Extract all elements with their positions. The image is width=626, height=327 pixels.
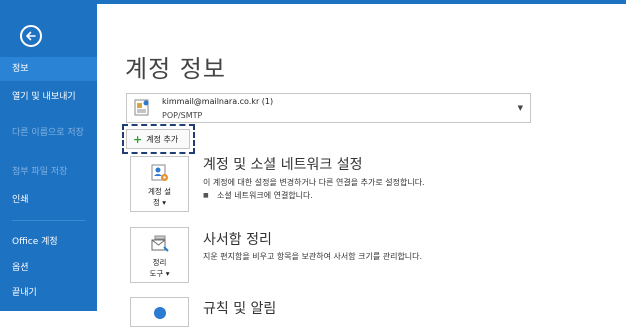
sidebar-divider <box>12 220 86 221</box>
mailbox-cleanup-icon <box>151 235 169 252</box>
section-bullet-text: 소셜 네트워크에 연결합니다. <box>217 191 313 200</box>
sidebar-item-label: 열기 및 내보내기 <box>12 92 76 102</box>
section-description: 이 계정에 대한 설정을 변경하거나 다른 연결을 추가로 설정합니다. <box>203 178 425 187</box>
sidebar-item-options[interactable]: 옵션 <box>0 263 97 274</box>
add-account-label: 계정 추가 <box>146 134 179 144</box>
tile-label: 정리 <box>152 258 167 267</box>
sidebar-item-exit[interactable]: 끝내기 <box>0 288 97 299</box>
account-icon <box>134 99 149 116</box>
sidebar-item-print[interactable]: 인쇄 <box>0 195 97 206</box>
section-title: 사서함 정리 <box>203 232 272 248</box>
rules-alerts-icon <box>154 307 166 319</box>
rules-alerts-tile[interactable] <box>130 297 189 327</box>
backstage-sidebar: 정보 열기 및 내보내기 다른 이름으로 저장 첨부 파일 저장 인쇄 Offi… <box>0 4 97 311</box>
account-type: POP/SMTP <box>162 111 203 120</box>
sidebar-item-label: 인쇄 <box>12 195 29 205</box>
tile-label: 계정 설 <box>147 187 172 196</box>
main-content: 계정 정보 kimmail@mailnara.co.kr (1) POP/SMT… <box>97 4 626 327</box>
bullet-icon: ■ <box>203 192 209 199</box>
account-email: kimmail@mailnara.co.kr (1) <box>162 97 274 106</box>
section-description: 지운 편지함을 비우고 항목을 보관하여 사서함 크기를 관리합니다. <box>203 252 423 261</box>
add-account-button[interactable]: + 계정 추가 <box>126 129 190 149</box>
account-settings-icon <box>151 164 168 181</box>
sidebar-item-label: 다른 이름으로 저장 <box>12 128 84 138</box>
back-arrow-icon[interactable] <box>20 25 42 47</box>
chevron-down-icon: ▼ <box>517 104 523 112</box>
page-title: 계정 정보 <box>125 55 226 83</box>
plus-icon: + <box>133 132 143 146</box>
sidebar-item-label: 첨부 파일 저장 <box>12 167 68 177</box>
sidebar-item-save-attachments[interactable]: 첨부 파일 저장 <box>0 167 97 178</box>
tile-label: 정 ▾ <box>152 198 167 207</box>
account-dropdown[interactable]: kimmail@mailnara.co.kr (1) POP/SMTP ▼ <box>126 93 531 123</box>
sidebar-item-save-as[interactable]: 다른 이름으로 저장 <box>0 128 97 139</box>
sidebar-item-open-export[interactable]: 열기 및 내보내기 <box>0 92 97 103</box>
section-title: 규칙 및 알림 <box>203 301 277 317</box>
account-settings-tile[interactable]: 계정 설 정 ▾ <box>130 156 189 212</box>
tile-label: 도구 ▾ <box>149 269 170 278</box>
sidebar-item-label: 끝내기 <box>12 288 37 298</box>
sidebar-item-office-account[interactable]: Office 계정 <box>0 237 97 248</box>
sidebar-item-label: Office 계정 <box>12 237 58 247</box>
sidebar-item-info[interactable]: 정보 <box>0 57 97 81</box>
cleanup-tools-tile[interactable]: 정리 도구 ▾ <box>130 227 189 283</box>
section-title: 계정 및 소셜 네트워크 설정 <box>203 157 363 173</box>
sidebar-item-label: 옵션 <box>12 263 29 273</box>
sidebar-item-label: 정보 <box>12 64 29 74</box>
